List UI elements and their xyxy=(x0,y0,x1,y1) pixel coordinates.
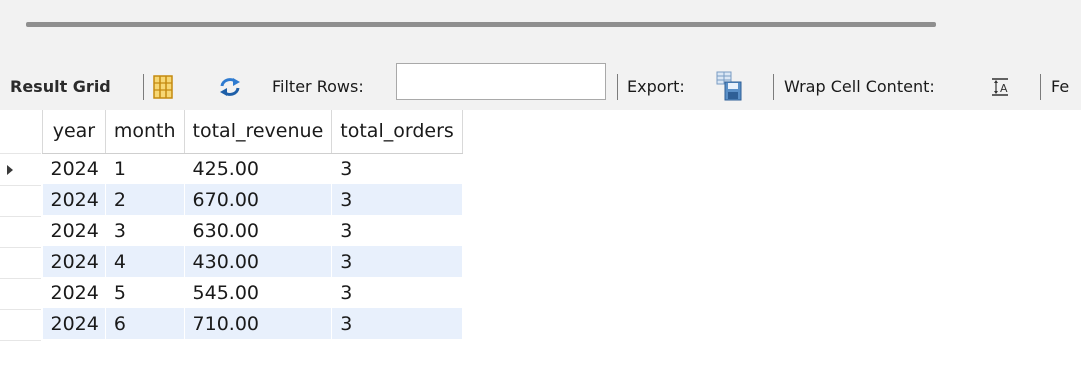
cell-total-revenue[interactable]: 670.00 xyxy=(184,184,333,215)
export-icon[interactable] xyxy=(716,71,742,101)
cell-month[interactable]: 4 xyxy=(105,246,185,277)
cell-year[interactable]: 2024 xyxy=(42,184,106,215)
column-header-month[interactable]: month xyxy=(104,110,185,154)
cell-total-revenue[interactable]: 545.00 xyxy=(184,277,333,308)
fetch-rows-label: Fe xyxy=(1051,77,1070,96)
row-selector[interactable] xyxy=(0,247,41,279)
result-table: year month total_revenue total_orders 20… xyxy=(42,110,463,339)
column-header-year[interactable]: year xyxy=(42,110,106,154)
cell-month[interactable]: 3 xyxy=(105,215,185,246)
table-row[interactable]: 2024 1 425.00 3 xyxy=(42,153,463,184)
cell-year[interactable]: 2024 xyxy=(42,277,106,308)
cell-total-revenue[interactable]: 710.00 xyxy=(184,308,333,339)
cell-total-orders[interactable]: 3 xyxy=(331,184,463,215)
cell-month[interactable]: 5 xyxy=(105,277,185,308)
row-selector[interactable] xyxy=(0,216,41,248)
wrap-cell-icon[interactable]: A xyxy=(991,78,1009,96)
toolbar-separator xyxy=(617,74,618,100)
cell-total-orders[interactable]: 3 xyxy=(331,277,463,308)
cell-total-orders[interactable]: 3 xyxy=(331,215,463,246)
cell-total-orders[interactable]: 3 xyxy=(331,246,463,277)
toolbar-separator xyxy=(773,74,774,100)
table-header-row: year month total_revenue total_orders xyxy=(42,110,463,154)
grid-layout-icon[interactable] xyxy=(153,75,173,99)
refresh-icon[interactable] xyxy=(219,77,241,97)
row-selector[interactable] xyxy=(0,309,41,341)
table-row[interactable]: 2024 4 430.00 3 xyxy=(42,246,463,277)
cell-total-revenue[interactable]: 425.00 xyxy=(184,153,333,184)
gutter-header xyxy=(0,110,41,154)
sql-editor-area[interactable] xyxy=(0,0,1081,57)
cell-month[interactable]: 2 xyxy=(105,184,185,215)
column-header-total-orders[interactable]: total_orders xyxy=(331,110,463,154)
table-row[interactable]: 2024 6 710.00 3 xyxy=(42,308,463,339)
cell-year[interactable]: 2024 xyxy=(42,215,106,246)
cell-total-revenue[interactable]: 630.00 xyxy=(184,215,333,246)
cell-total-orders[interactable]: 3 xyxy=(331,308,463,339)
cell-total-orders[interactable]: 3 xyxy=(331,153,463,184)
column-header-total-revenue[interactable]: total_revenue xyxy=(183,110,333,154)
svg-text:A: A xyxy=(1000,82,1008,95)
filter-rows-label: Filter Rows: xyxy=(272,77,364,96)
cell-month[interactable]: 6 xyxy=(105,308,185,339)
table-row[interactable]: 2024 5 545.00 3 xyxy=(42,277,463,308)
cell-year[interactable]: 2024 xyxy=(42,308,106,339)
filter-rows-input[interactable] xyxy=(396,63,606,100)
row-gutter xyxy=(0,110,42,366)
current-row-arrow-icon xyxy=(7,165,13,175)
toolbar-separator xyxy=(143,74,144,100)
wrap-cell-content-label: Wrap Cell Content: xyxy=(784,77,935,96)
cell-year[interactable]: 2024 xyxy=(42,246,106,277)
table-row[interactable]: 2024 3 630.00 3 xyxy=(42,215,463,246)
row-selector[interactable] xyxy=(0,154,41,186)
editor-horizontal-scrollbar[interactable] xyxy=(26,22,936,27)
cell-year[interactable]: 2024 xyxy=(42,153,106,184)
export-label: Export: xyxy=(627,77,685,96)
toolbar-separator xyxy=(1040,74,1041,100)
result-grid-tab[interactable]: Result Grid xyxy=(10,77,111,96)
cell-total-revenue[interactable]: 430.00 xyxy=(184,246,333,277)
result-toolbar: Result Grid Filter Rows: Export: Wrap Ce… xyxy=(0,57,1081,110)
row-selector[interactable] xyxy=(0,185,41,217)
row-selector[interactable] xyxy=(0,278,41,310)
cell-month[interactable]: 1 xyxy=(105,153,185,184)
table-row[interactable]: 2024 2 670.00 3 xyxy=(42,184,463,215)
